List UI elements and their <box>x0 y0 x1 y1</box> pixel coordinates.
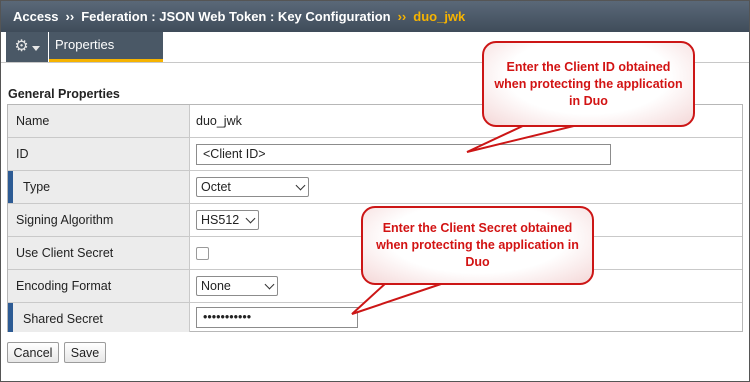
client-secret-callout: Enter the Client Secret obtained when pr… <box>361 206 594 285</box>
client-id-callout: Enter the Client ID obtained when protec… <box>482 41 695 127</box>
client-secret-callout-pointer <box>351 281 448 315</box>
client-id-callout-pointer <box>466 123 583 153</box>
